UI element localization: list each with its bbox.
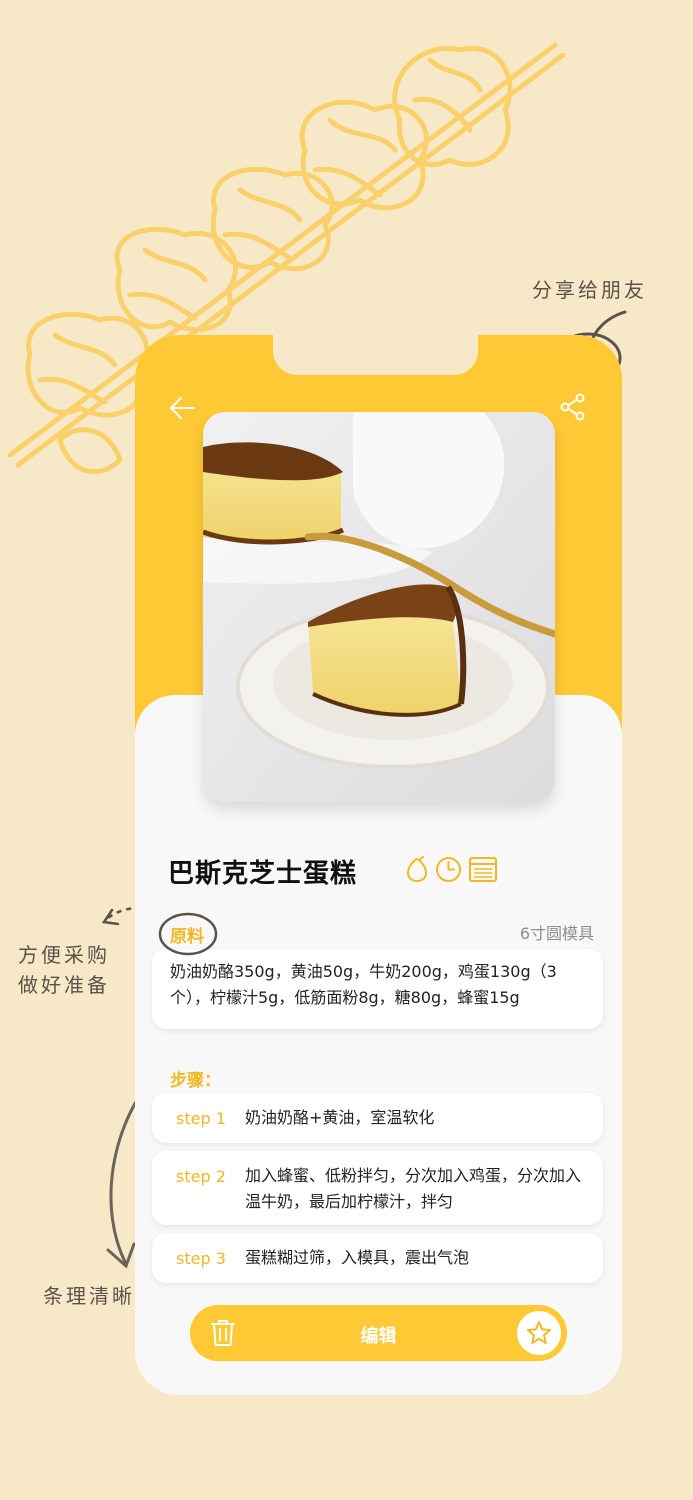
- shopping-annotation-line1: 方便采购: [18, 943, 110, 967]
- bottom-action-bar: 编辑: [190, 1305, 567, 1361]
- recipe-meta-icons: [405, 856, 498, 883]
- step-number: step 1: [176, 1109, 226, 1128]
- favorite-button[interactable]: [517, 1311, 561, 1355]
- back-button[interactable]: [165, 391, 199, 425]
- step-card-3: step 3 蛋糕糊过筛，入模具，震出气泡: [152, 1233, 603, 1283]
- recipe-title: 巴斯克芝士蛋糕: [168, 859, 358, 889]
- step-number: step 2: [176, 1167, 226, 1186]
- step-text: 奶油奶酪+黄油，室温软化: [245, 1108, 435, 1127]
- share-annotation: 分享给朋友: [532, 278, 647, 302]
- star-icon: [527, 1321, 551, 1344]
- share-icon: [560, 393, 585, 421]
- shopping-annotation: 方便采购 做好准备: [18, 940, 110, 1000]
- ingredients-card: 奶油奶酪350g，黄油50g，牛奶200g，鸡蛋130g（3个），柠檬汁5g，低…: [152, 949, 603, 1029]
- phone-notch: [273, 335, 478, 375]
- clear-annotation: 条理清晰: [43, 1284, 135, 1308]
- arrow-left-icon: [170, 397, 195, 419]
- steps-label: 步骤：: [170, 1071, 221, 1091]
- step-number: step 3: [176, 1249, 226, 1268]
- mold-size: 6寸圆模具: [519, 924, 594, 943]
- recipe-photo: [203, 412, 555, 802]
- edit-button[interactable]: 编辑: [190, 1322, 567, 1348]
- step-card-2: step 2 加入蜂蜜、低粉拌匀，分次加入鸡蛋，分次加入温牛奶，最后加柠檬汁，拌…: [152, 1151, 603, 1225]
- ingredients-text: 奶油奶酪350g，黄油50g，牛奶200g，鸡蛋130g（3个），柠檬汁5g，低…: [170, 962, 557, 1007]
- oven-icon: [469, 857, 497, 882]
- step-text: 蛋糕糊过筛，入模具，震出气泡: [245, 1248, 470, 1267]
- clock-icon: [436, 857, 461, 882]
- ingredients-label: 原料: [170, 927, 204, 947]
- step-card-1: step 1 奶油奶酪+黄油，室温软化: [152, 1093, 603, 1143]
- step-text: 加入蜂蜜、低粉拌匀，分次加入鸡蛋，分次加入温牛奶，最后加柠檬汁，拌匀: [245, 1166, 582, 1211]
- shopping-annotation-line2: 做好准备: [18, 973, 110, 997]
- share-button[interactable]: [556, 390, 590, 424]
- egg-icon: [406, 856, 428, 882]
- phone-frame: 巴斯克芝士蛋糕 原料 6寸圆模具 奶油奶酪350g，黄油50g，牛奶200g，鸡…: [135, 335, 622, 1395]
